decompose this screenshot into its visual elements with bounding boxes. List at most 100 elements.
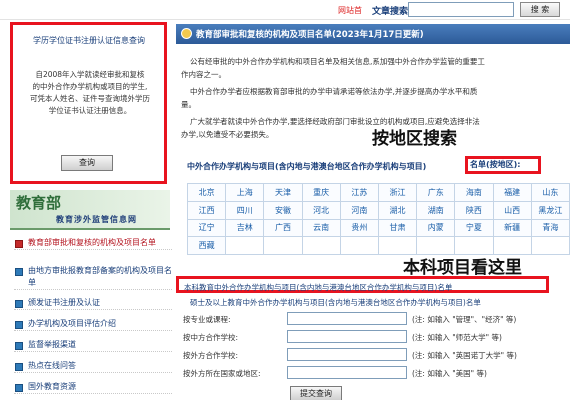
query-desc-line: 学位证书认证注册信息。 [48,106,132,115]
annotation-undergrad: 本科项目看这里 [403,258,522,278]
bullet-icon [15,342,23,350]
page-title: 教育部审批和复核的机构及项目名单(2023年1月17日更新) [196,30,424,40]
region-link[interactable]: 海南 [454,183,494,202]
region-list-label[interactable]: 名单(按地区): [470,159,521,170]
foreign-school-input[interactable] [287,348,407,361]
bullet-icon [15,268,23,276]
chinese-school-input[interactable] [287,330,407,343]
intro-paragraph: 量。 [181,100,196,109]
region-empty-cell [530,236,570,255]
sidebar-item-label: 监督举报渠道 [28,340,76,349]
region-link[interactable]: 宁夏 [454,218,494,238]
region-link[interactable]: 湖南 [416,200,456,220]
region-link[interactable]: 青海 [530,218,570,238]
sidebar-item-label: 由地方审批报教育部备案的机构及项目名单 [28,266,172,287]
region-empty-cell [377,236,418,255]
sidebar-item-resources[interactable]: 国外教育资源 [14,381,172,394]
region-link[interactable]: 辽宁 [186,218,227,238]
region-link[interactable]: 河南 [339,200,379,220]
coop-list-link[interactable]: 中外合作办学机构与项目(含内地与港澳台地区合作办学机构与项目) [187,161,426,172]
annotation-region-search: 按地区搜索 [372,129,457,149]
form-label-country: 按外方所在国家或地区: [183,369,261,378]
form-hint-foreign-school: (注: 如输入 "英国诺丁大学" 等) [412,351,517,360]
search-input[interactable] [408,2,514,17]
region-link[interactable]: 内蒙 [416,218,456,238]
sidebar-item-evaluation[interactable]: 办学机构及项目评估介绍 [14,318,172,331]
region-link[interactable]: 天津 [263,183,303,202]
sidebar-item-report[interactable]: 监督举报渠道 [14,339,172,352]
bullet-icon [15,363,23,371]
query-desc-line: 可凭本人姓名、证件号查询境外学历 [30,94,150,103]
region-link[interactable]: 江西 [186,200,227,220]
sidebar-item-label: 颁发证书注册及认证 [28,298,100,307]
query-button[interactable]: 查询 [61,155,113,171]
query-desc-line: 的中外合作办学机构或项目的学生, [32,82,148,91]
graduate-list-link[interactable]: 硕士及以上教育中外合作办学机构与项目(含内地与港澳台地区合作办学机构与项目)名单 [190,297,481,308]
region-link[interactable]: 浙江 [377,183,418,202]
region-link[interactable]: 上海 [225,183,265,202]
region-link[interactable]: 四川 [225,200,265,220]
sidebar-item-certificate[interactable]: 颁发证书注册及认证 [14,297,172,310]
region-link[interactable]: 福建 [492,183,532,202]
certificate-query-panel: 学历学位证书注册认证信息查询 自2008年入学就读经审批和复核 的中外合作办学机… [10,22,167,184]
undergrad-list-link[interactable]: 本科教育中外合作办学机构与项目(含内地与港澳台地区合作办学机构与项目)名单 [184,282,452,293]
bullet-icon [15,300,23,308]
sidebar-item-label: 热点在线问答 [28,361,76,370]
region-link[interactable]: 山东 [530,183,570,202]
region-link[interactable]: 吉林 [225,218,265,238]
region-empty-cell [492,236,532,255]
search-button[interactable]: 搜 索 [520,2,560,17]
intro-paragraph: 公有经审批的中外合作办学机构和项目名单及相关信息,系加强中外合作办学监管的重要工 [190,57,485,66]
region-link[interactable]: 北京 [186,183,227,202]
moe-title: 教育部 [16,194,62,212]
region-link[interactable]: 甘肃 [377,218,418,238]
bullet-icon [15,240,23,248]
query-panel-title: 学历学位证书注册认证信息查询 [33,36,145,45]
region-link[interactable]: 江苏 [339,183,379,202]
submit-query-button[interactable]: 提交查询 [290,386,342,400]
sidebar-item-faq[interactable]: 热点在线问答 [14,360,172,373]
region-row: 辽宁 吉林 广西 云南 贵州 甘肃 内蒙 宁夏 新疆 青海 [186,218,570,238]
form-hint-country: (注: 如输入 "美国" 等) [412,369,487,378]
region-link[interactable]: 黑龙江 [530,200,570,220]
region-link[interactable]: 广东 [416,183,456,202]
bullet-icon [15,321,23,329]
title-icon [181,28,192,39]
query-panel-description: 自2008年入学就读经审批和复核 的中外合作办学机构或项目的学生, 可凭本人姓名… [21,69,159,117]
bullet-icon [15,384,23,392]
sidebar-item-approved-list[interactable]: 教育部审批和复核的机构及项目名单 [14,237,172,250]
region-link[interactable]: 安徽 [263,200,303,220]
sidebar-item-local-list[interactable]: 由地方审批报教育部备案的机构及项目名单 [14,265,172,290]
region-link[interactable]: 新疆 [492,218,532,238]
region-empty-cell [454,236,494,255]
major-input[interactable] [287,312,407,325]
region-row: 北京 上海 天津 重庆 江苏 浙江 广东 海南 福建 山东 [186,183,570,202]
region-empty-cell [339,236,379,255]
intro-paragraph: 作内容之一。 [181,70,226,79]
region-link[interactable]: 西藏 [186,236,227,255]
region-link[interactable]: 贵州 [339,218,379,238]
intro-paragraph: 办学,以免遭受不必要损失。 [181,130,274,139]
intro-paragraph: 中外合作办学者应根据教育部审批的办学申请承诺等依法办学,并逐步提高办学水平和质 [190,87,478,96]
region-empty-cell [301,236,341,255]
home-link[interactable]: 网站首 [338,5,362,16]
region-link[interactable]: 广西 [263,218,303,238]
region-link[interactable]: 河北 [301,200,341,220]
region-link[interactable]: 陕西 [454,200,494,220]
sidebar-item-label: 国外教育资源 [28,382,76,391]
region-empty-cell [416,236,456,255]
region-row: 西藏 [186,236,570,255]
region-row: 江西 四川 安徽 河北 河南 湖北 湖南 陕西 山西 黑龙江 [186,200,570,220]
region-table: 北京 上海 天津 重庆 江苏 浙江 广东 海南 福建 山东 江西 四川 安徽 河北 河南 湖北 湖南 陕西 山西 黑龙… [186,183,570,255]
region-link[interactable]: 湖北 [377,200,418,220]
moe-subtitle: 教育涉外监管信息网 [56,215,137,224]
form-hint-major: (注: 如输入 "管理"、"经济" 等) [412,315,517,324]
region-link[interactable]: 重庆 [301,183,341,202]
country-input[interactable] [287,366,407,379]
search-label: 文章搜索 [372,7,409,17]
form-hint-chinese-school: (注: 如输入 "师范大学" 等) [412,333,502,342]
sidebar-item-label: 办学机构及项目评估介绍 [28,319,116,328]
region-link[interactable]: 山西 [492,200,532,220]
form-label-foreign-school: 按外方合作学校: [183,351,239,360]
region-link[interactable]: 云南 [301,218,341,238]
